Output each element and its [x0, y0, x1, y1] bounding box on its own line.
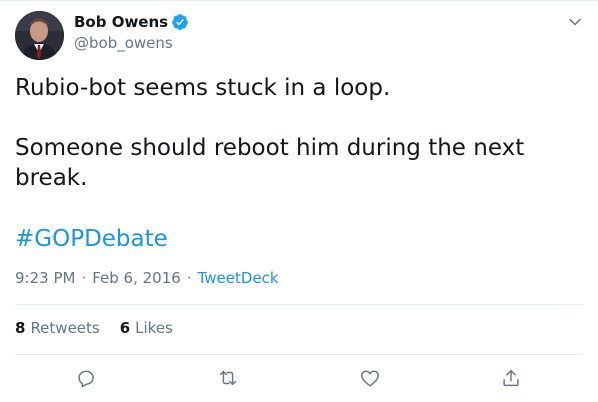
- tweet-meta: 9:23 PM · Feb 6, 2016 · TweetDeck: [15, 269, 279, 287]
- likes-label: Likes: [135, 319, 173, 337]
- verified-badge-icon: [172, 14, 188, 30]
- author-handle[interactable]: @bob_owens: [74, 34, 173, 52]
- author-name[interactable]: Bob Owens: [74, 13, 189, 31]
- tweet-source-link[interactable]: TweetDeck: [198, 269, 279, 287]
- tweet-text: Rubio-bot seems stuck in a loop. Someone…: [15, 75, 525, 191]
- tweet-date[interactable]: Feb 6, 2016: [92, 269, 181, 287]
- tweet-time[interactable]: 9:23 PM: [15, 269, 75, 287]
- likes-count: 6: [119, 319, 131, 337]
- meta-separator: ·: [81, 269, 87, 287]
- divider: [15, 354, 583, 355]
- avatar[interactable]: [15, 11, 64, 60]
- tweet-actions: [0, 367, 598, 391]
- retweet-icon[interactable]: [217, 367, 239, 389]
- divider: [15, 304, 583, 305]
- hashtag-link[interactable]: #GOPDebate: [15, 224, 168, 254]
- author-name-text: Bob Owens: [74, 13, 169, 31]
- tweet-stats: 8 Retweets 6 Likes: [15, 319, 193, 337]
- meta-separator: ·: [186, 269, 192, 287]
- reply-icon[interactable]: [75, 367, 97, 389]
- retweets-label: Retweets: [30, 319, 100, 337]
- tweet-card: Bob Owens @bob_owens Rubio-bot seems stu…: [0, 0, 598, 402]
- likes-stat[interactable]: 6 Likes: [120, 319, 173, 337]
- share-icon[interactable]: [500, 367, 522, 389]
- profile-photo-icon: [15, 11, 64, 60]
- like-icon[interactable]: [359, 367, 381, 389]
- retweets-count: 8: [15, 319, 26, 337]
- retweets-stat[interactable]: 8 Retweets: [15, 319, 100, 337]
- more-options-chevron-down-icon[interactable]: [566, 13, 584, 31]
